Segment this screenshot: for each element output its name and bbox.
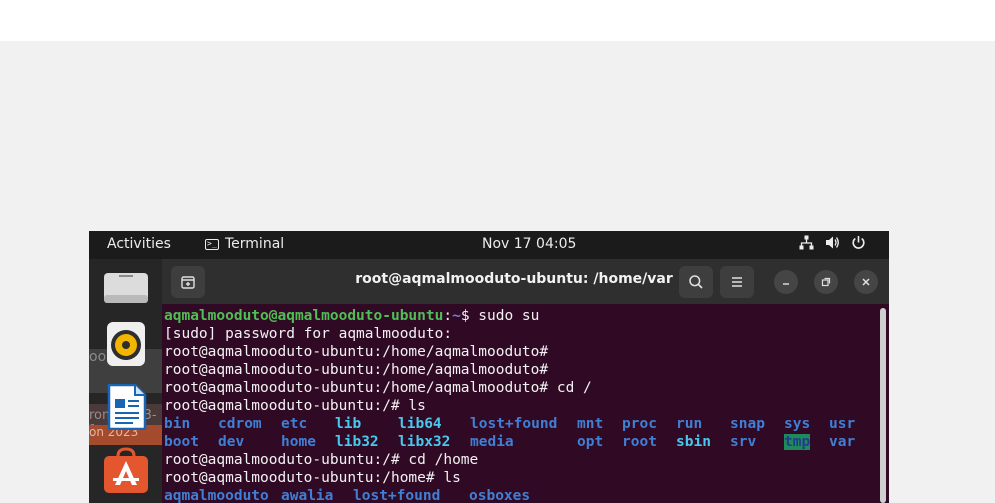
dir-entry: lost+found xyxy=(353,488,441,503)
dir-entry: sys xyxy=(784,416,811,432)
link-entry: sbin xyxy=(676,434,711,450)
dir-entry: aqmalmooduto xyxy=(164,488,269,503)
dir-entry: lost+found xyxy=(470,416,558,432)
dock: oo rom 2023-1 on 2023 xyxy=(89,259,162,503)
terminal-line: root@aqmalmooduto-ubuntu:/home/aqmalmood… xyxy=(164,380,592,396)
minimize-icon xyxy=(783,283,789,285)
ubuntu-desktop: Activities >_ Terminal Nov 17 04:05 oo r… xyxy=(89,231,889,503)
dir-entry: cdrom xyxy=(218,416,262,432)
dir-entry: snap xyxy=(730,416,765,432)
gnome-top-bar: Activities >_ Terminal Nov 17 04:05 xyxy=(89,231,889,259)
restore-button[interactable] xyxy=(814,270,838,294)
dir-entry: srv xyxy=(730,434,757,450)
prompt-path: ~ xyxy=(452,308,461,324)
terminal-line: root@aqmalmooduto-ubuntu:/# ls xyxy=(164,398,426,414)
drive-icon xyxy=(104,273,148,303)
clock[interactable]: Nov 17 04:05 xyxy=(482,236,576,252)
search-icon xyxy=(689,275,703,289)
link-entry: lib64 xyxy=(398,416,442,432)
terminal-line: [sudo] password for aqmalmooduto: xyxy=(164,326,453,342)
new-tab-button[interactable] xyxy=(171,266,205,298)
ls-root-listing: bin cdrom etc lib lib64 lost+found mnt p… xyxy=(164,415,889,451)
document-icon xyxy=(107,383,147,431)
dir-entry: etc xyxy=(281,416,308,432)
system-tray[interactable] xyxy=(799,235,866,250)
dock-item-rhythmbox[interactable] xyxy=(103,321,149,367)
window-title: root@aqmalmooduto-ubuntu: /home/var xyxy=(355,271,673,287)
ls-home-listing: aqmalmooduto awalia lost+found osboxes xyxy=(164,487,889,503)
minimize-button[interactable] xyxy=(774,270,798,294)
dir-entry: root xyxy=(622,434,657,450)
prompt-command: $ sudo su xyxy=(460,308,540,324)
terminal-line: root@aqmalmooduto-ubuntu:/home/aqmalmood… xyxy=(164,344,549,360)
hamburger-menu-icon xyxy=(732,277,742,287)
dir-entry: usr xyxy=(829,416,856,432)
link-entry: lib xyxy=(335,416,362,432)
terminal-scrollbar[interactable] xyxy=(880,308,886,503)
dir-entry: media xyxy=(470,434,514,450)
window-headerbar[interactable]: root@aqmalmooduto-ubuntu: /home/var xyxy=(162,259,889,304)
restore-icon xyxy=(821,277,831,287)
dir-entry: mnt xyxy=(577,416,604,432)
dir-entry: var xyxy=(829,434,856,450)
terminal-output[interactable]: aqmalmooduto@aqmalmooduto-ubuntu:~$ sudo… xyxy=(162,304,889,503)
terminal-line: root@aqmalmooduto-ubuntu:/# cd /home xyxy=(164,452,479,468)
app-menu-label: Terminal xyxy=(225,236,285,252)
terminal-line: aqmalmooduto@aqmalmooduto-ubuntu:~$ sudo… xyxy=(164,307,889,325)
terminal-window: root@aqmalmooduto-ubuntu: /home/var aqma… xyxy=(162,259,889,503)
menu-button[interactable] xyxy=(720,266,754,298)
terminal-line: root@aqmalmooduto-ubuntu:/home/aqmalmood… xyxy=(164,362,549,378)
power-icon xyxy=(852,236,865,249)
dir-entry: boot xyxy=(164,434,199,450)
prompt-separator: : xyxy=(443,308,453,324)
link-entry: libx32 xyxy=(398,434,451,450)
link-entry: lib32 xyxy=(335,434,379,450)
browser-top-area xyxy=(0,0,995,41)
terminal-icon: >_ xyxy=(205,238,219,250)
search-button[interactable] xyxy=(679,266,713,298)
prompt-user-host: aqmalmooduto@aqmalmooduto-ubuntu xyxy=(164,308,444,324)
close-button[interactable] xyxy=(854,270,878,294)
terminal-line: root@aqmalmooduto-ubuntu:/home# ls xyxy=(164,470,461,486)
dir-entry: home xyxy=(281,434,316,450)
dock-item-files[interactable] xyxy=(103,265,149,311)
dock-item-libreoffice-writer[interactable] xyxy=(103,383,149,431)
dock-item-ubuntu-software[interactable] xyxy=(103,447,149,493)
dir-entry: awalia xyxy=(281,488,334,503)
dir-entry: osboxes xyxy=(469,488,531,503)
app-menu[interactable]: >_ Terminal xyxy=(205,236,284,252)
dir-entry: dev xyxy=(218,434,245,450)
volume-icon xyxy=(826,236,839,249)
speaker-icon xyxy=(107,322,145,366)
dir-entry: opt xyxy=(577,434,604,450)
dir-entry: bin xyxy=(164,416,191,432)
activities-button[interactable]: Activities xyxy=(107,236,171,252)
dir-entry: tmp xyxy=(784,434,811,450)
dir-entry: run xyxy=(676,416,703,432)
new-tab-icon xyxy=(181,276,195,289)
dir-entry-highlight: tmp xyxy=(784,433,829,451)
close-icon xyxy=(862,278,870,286)
software-store-icon xyxy=(104,447,148,493)
dir-entry: proc xyxy=(622,416,657,432)
network-icon xyxy=(799,235,814,250)
